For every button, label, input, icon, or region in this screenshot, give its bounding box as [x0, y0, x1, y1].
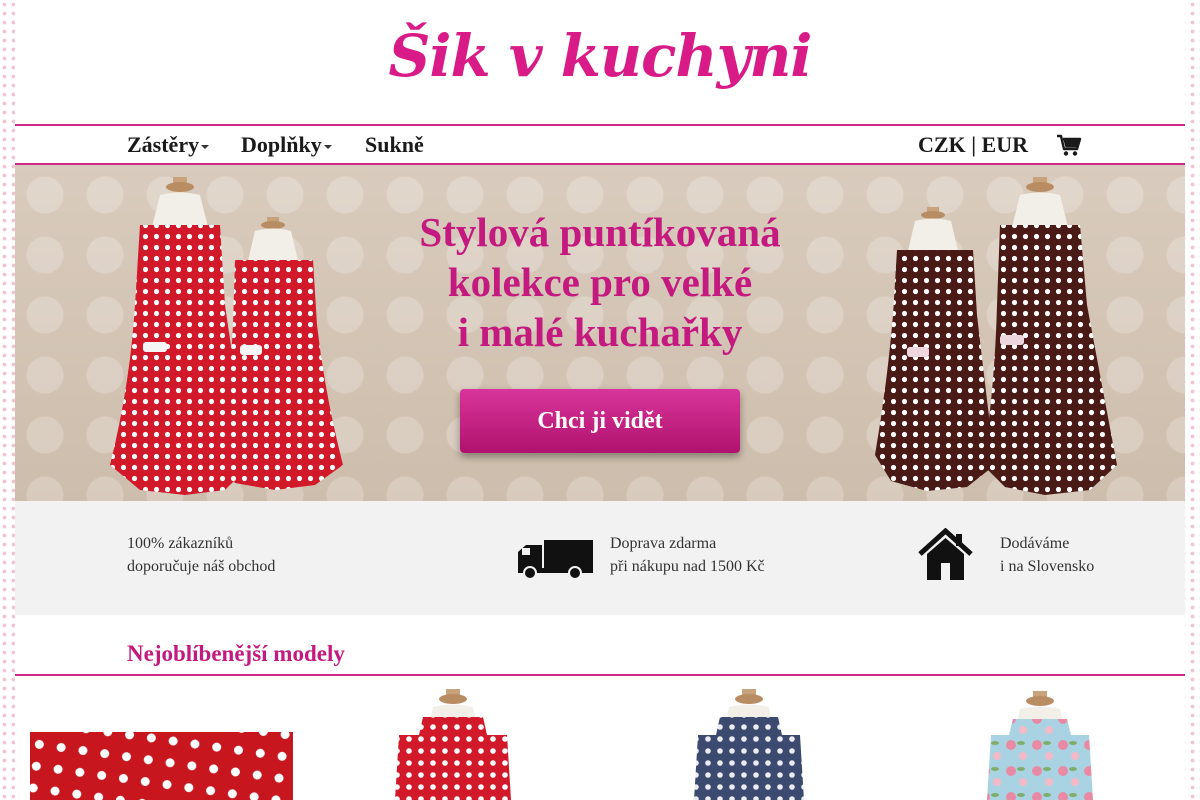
- cta-button[interactable]: Chci ji vidět: [460, 389, 740, 453]
- hero-banner: Stylová puntíkovaná kolekce pro velké i …: [15, 165, 1185, 501]
- product-card-red-apron[interactable]: [331, 685, 576, 800]
- currency-czk-link[interactable]: CZK: [918, 132, 966, 157]
- nav-item-zastery[interactable]: Zástěry: [127, 132, 210, 158]
- section-title: Nejoblíbenější modely: [127, 641, 345, 666]
- nav-item-doplnky[interactable]: Doplňky: [241, 132, 332, 158]
- section-divider: [15, 674, 1185, 676]
- benefit-recommend: 100% zákazníků doporučuje náš obchod: [127, 532, 275, 578]
- truck-icon: [518, 540, 593, 580]
- house-icon: [918, 528, 973, 580]
- main-nav: Zástěry Doplňky Sukně CZK | EUR: [15, 124, 1185, 165]
- benefit-line: Doprava zdarma: [610, 535, 717, 552]
- benefit-line: doporučuje náš obchod: [127, 558, 276, 575]
- benefit-line: při nákupu nad 1500 Kč: [610, 558, 765, 575]
- page: Šik v kuchyni Zástěry Doplňky Sukně CZK …: [15, 0, 1185, 800]
- product-card-navy-apron[interactable]: [630, 685, 860, 800]
- benefit-line: i na Slovensko: [1000, 558, 1095, 575]
- currency-separator: |: [965, 132, 982, 157]
- nav-item-label: Sukně: [365, 132, 424, 157]
- currency-eur-link[interactable]: EUR: [982, 132, 1028, 157]
- product-card-fabric[interactable]: [30, 732, 293, 800]
- benefit-line: Dodáváme: [1000, 535, 1070, 552]
- benefit-slovakia: Dodáváme i na Slovensko: [1000, 532, 1094, 578]
- brown-aprons-image: [875, 177, 1117, 495]
- product-card-floral-apron[interactable]: [951, 685, 1131, 800]
- benefit-line: 100% zákazníků: [127, 535, 234, 552]
- benefit-free-shipping: Doprava zdarma při nákupu nad 1500 Kč: [610, 532, 765, 578]
- nav-item-sukne[interactable]: Sukně: [365, 132, 424, 158]
- shopping-cart-icon[interactable]: [1056, 132, 1082, 158]
- chevron-down-icon: [201, 144, 210, 149]
- chevron-down-icon: [323, 144, 332, 149]
- site-logo[interactable]: Šik v kuchyni: [15, 22, 1185, 90]
- benefits-bar: 100% zákazníků doporučuje náš obchod Dop…: [15, 501, 1185, 615]
- currency-switcher: CZK | EUR: [918, 132, 1028, 158]
- nav-item-label: Doplňky: [241, 132, 322, 157]
- nav-item-label: Zástěry: [127, 132, 200, 157]
